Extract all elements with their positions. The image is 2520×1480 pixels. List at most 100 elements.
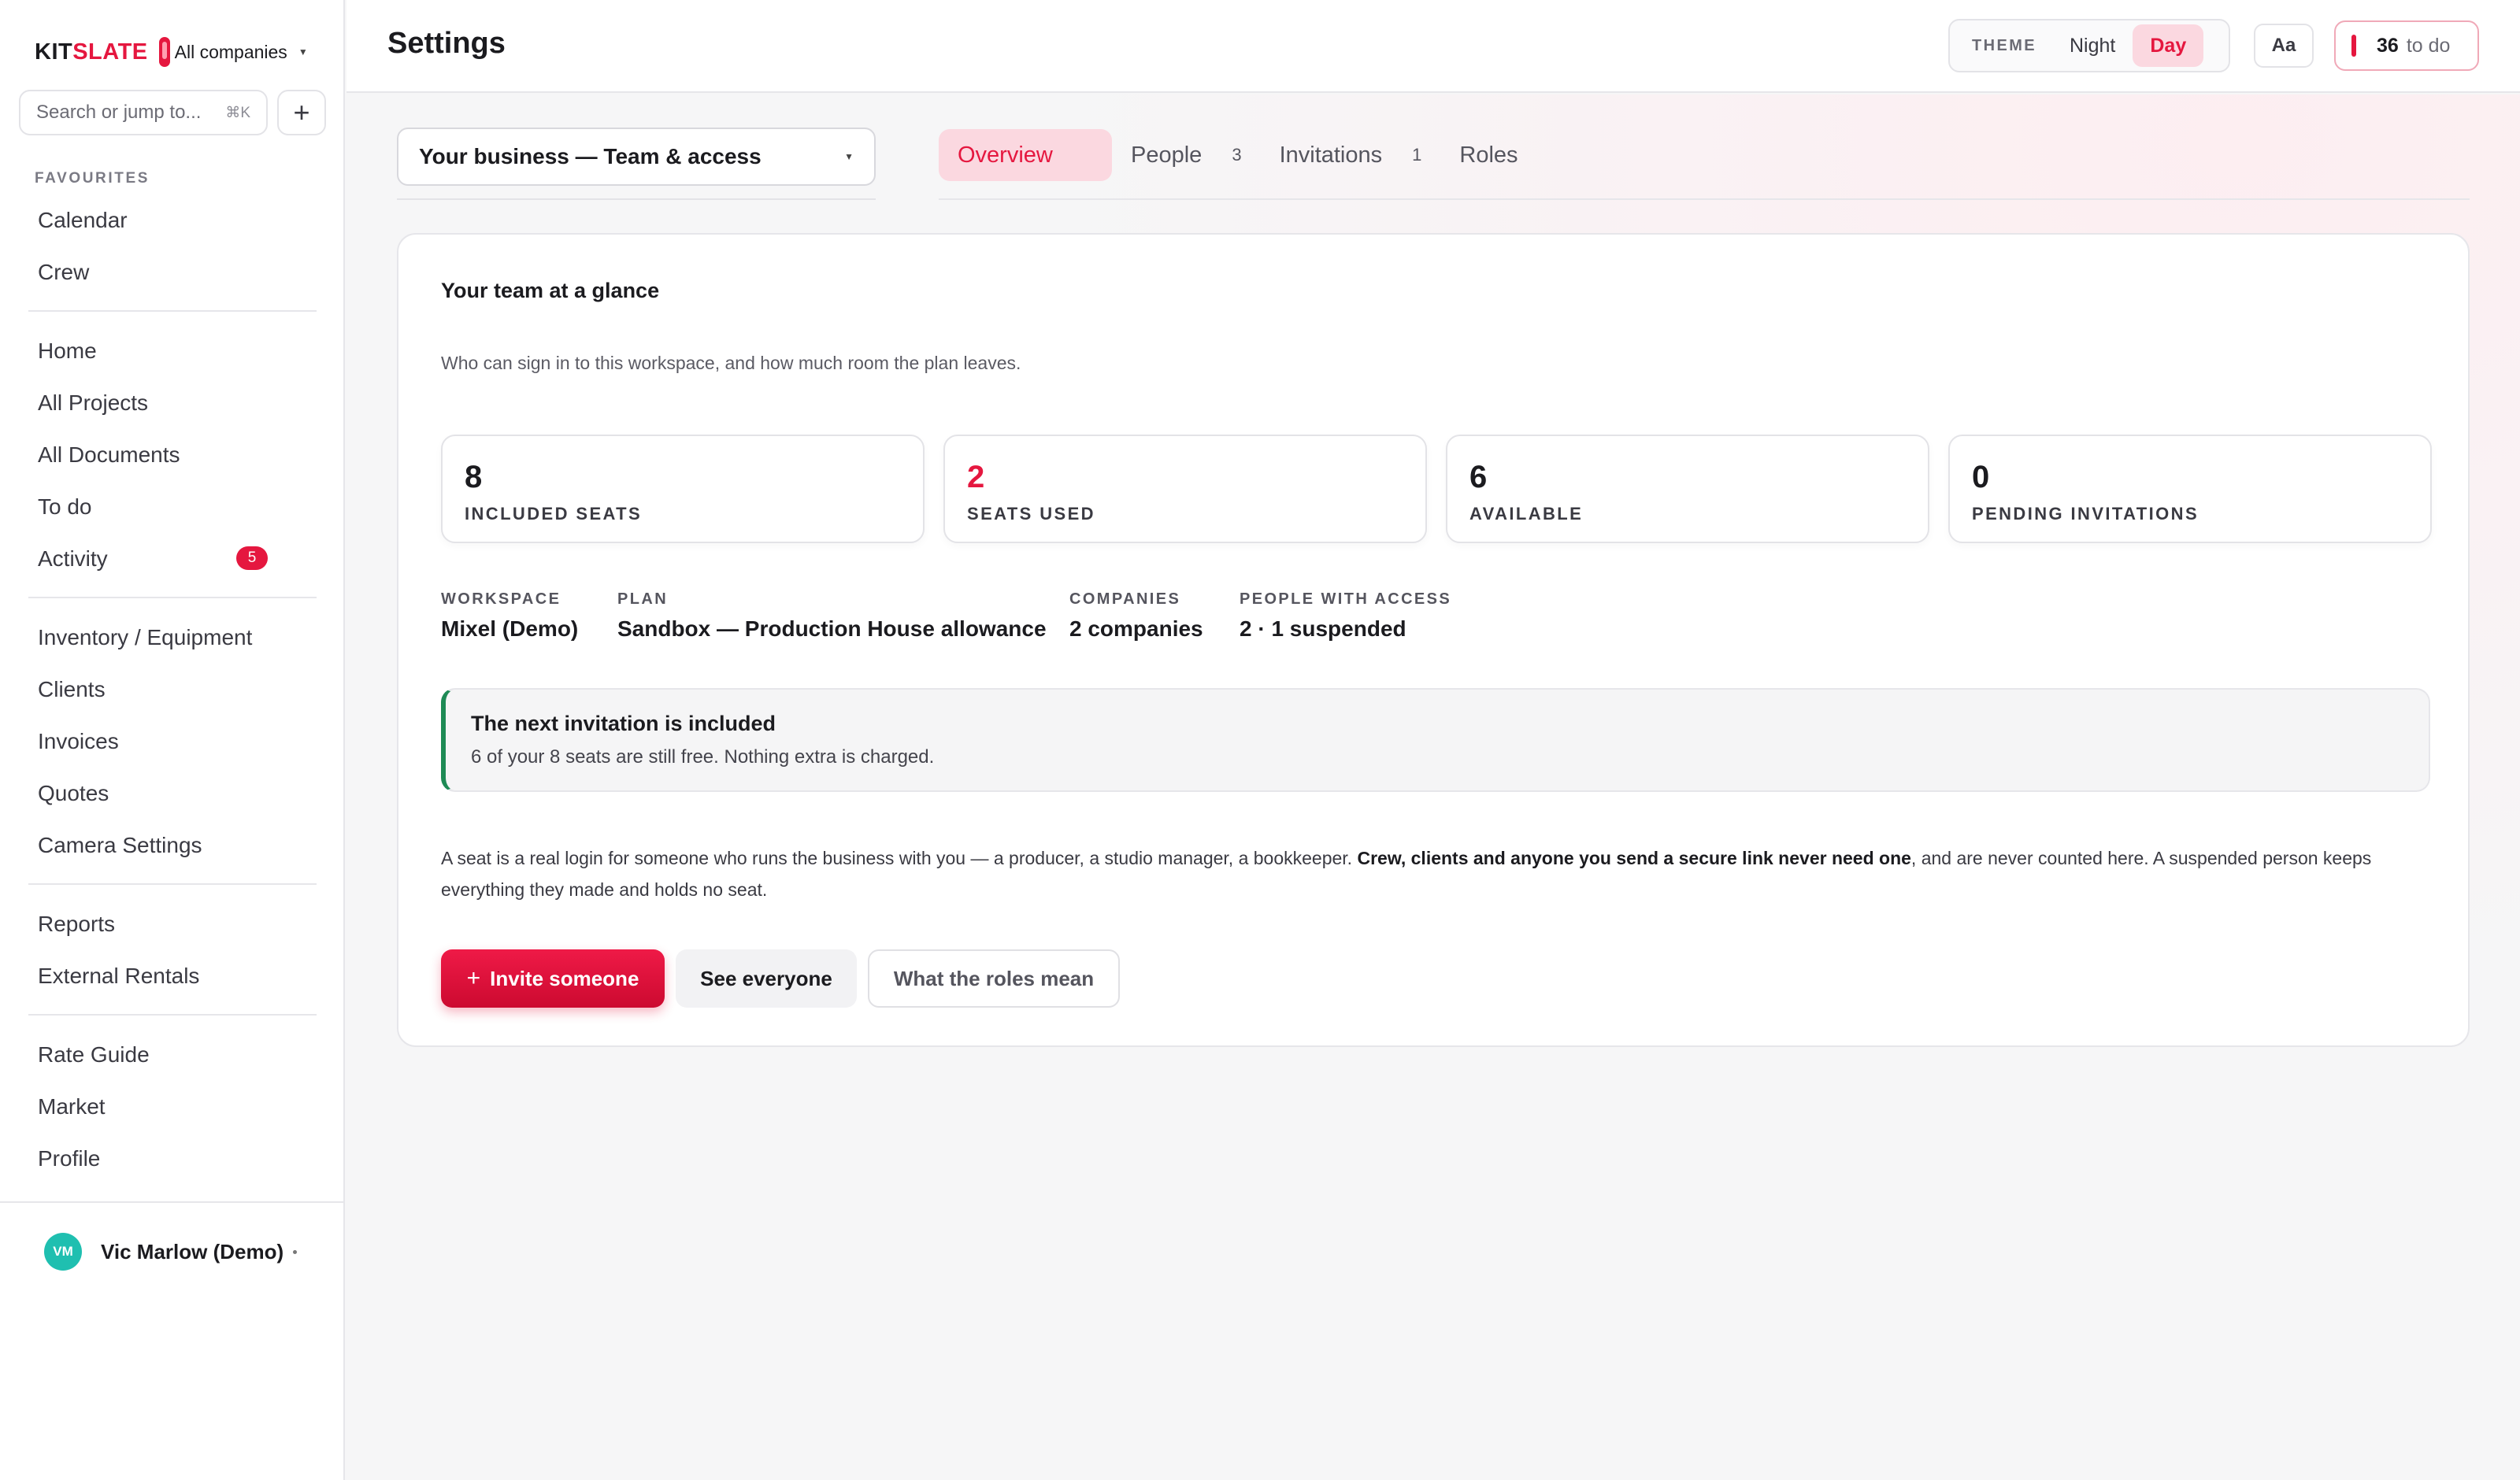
divider [28,1014,317,1016]
stat-included-seats: 8 INCLUDED SEATS [441,435,925,543]
company-switcher-label: All companies [174,41,287,62]
user-menu-dot-icon[interactable] [293,1250,297,1254]
todo-label: to do [2406,34,2451,57]
sidebar-item-crew[interactable]: Crew [38,260,89,285]
stat-seats-used: 2 SEATS USED [943,435,1427,543]
todo-count: 36 [2377,34,2399,57]
stat-label: INCLUDED SEATS [465,504,643,524]
divider [28,883,317,885]
divider [397,198,876,200]
top-bar: Settings THEME Night Day Aa 36 to do [346,0,2520,93]
search-input[interactable]: Search or jump to... ⌘K [19,90,268,135]
settings-tabs: Overview People 3 Invitations 1 Roles [939,129,1537,181]
meta-people-with-access: PEOPLE WITH ACCESS 2 · 1 suspended [1240,590,1451,642]
stat-available: 6 AVAILABLE [1446,435,1929,543]
meta-value: Sandbox — Production House allowance [617,616,1047,641]
meta-value: 2 · 1 suspended [1240,616,1406,641]
meta-companies: COMPANIES 2 companies [1069,590,1203,642]
scope-select[interactable]: Your business — Team & access ▼ [397,128,876,186]
theme-label: THEME [1972,36,2036,54]
sidebar-item-market[interactable]: Market [38,1094,106,1119]
tab-count: 1 [1412,145,1422,165]
app-logo[interactable]: KITSLATE [35,39,148,65]
tab-invitations[interactable]: Invitations 1 [1261,129,1441,181]
sidebar-item-all-documents[interactable]: All Documents [38,442,180,468]
callout-text: 6 of your 8 seats are still free. Nothin… [471,746,935,768]
sidebar-item-camera-settings[interactable]: Camera Settings [38,833,202,858]
user-name: Vic Marlow (Demo) [101,1239,284,1264]
sidebar-item-activity[interactable]: Activity [38,546,108,572]
sidebar-item-profile[interactable]: Profile [38,1146,100,1171]
favourites-heading: FAVOURITES [35,170,150,187]
tab-label: People [1131,142,1203,168]
meta-workspace: WORKSPACE Mixel (Demo) [441,590,578,642]
stat-pending-invitations: 0 PENDING INVITATIONS [1948,435,2432,543]
shortcut-hint: ⌘K [225,104,250,121]
meta-label: PLAN [617,590,669,608]
sidebar-item-to-do[interactable]: To do [38,494,92,520]
plus-icon: + [293,96,310,128]
roles-explainer-button[interactable]: What the roles mean [868,949,1120,1008]
stat-label: AVAILABLE [1469,504,1584,524]
page-title: Settings [387,27,506,60]
todo-button[interactable]: 36 to do [2334,20,2479,71]
seat-availability-callout: The next invitation is included 6 of you… [441,688,2430,792]
chevron-down-icon: ▼ [844,151,854,162]
divider [28,597,317,598]
meta-label: COMPANIES [1069,590,1181,608]
sidebar-item-external-rentals[interactable]: External Rentals [38,964,199,989]
plus-icon: + [466,965,481,991]
button-label: Invite someone [490,966,639,990]
sidebar-item-home[interactable]: Home [38,339,97,364]
meta-label: PEOPLE WITH ACCESS [1240,590,1452,608]
scope-select-value: Your business — Team & access [419,144,762,168]
stat-value: 6 [1469,460,1488,494]
callout-title: The next invitation is included [471,712,776,735]
stat-label: PENDING INVITATIONS [1972,504,2199,524]
divider [0,1201,343,1203]
sidebar-item-all-projects[interactable]: All Projects [38,390,148,416]
theme-night-option[interactable]: Night [2052,24,2133,67]
tab-people[interactable]: People 3 [1112,129,1261,181]
sidebar-item-clients[interactable]: Clients [38,677,106,702]
brand-mark-icon [158,37,170,67]
divider [939,198,2470,200]
sidebar-item-invoices[interactable]: Invoices [38,729,119,754]
stat-label: SEATS USED [967,504,1095,524]
tab-label: Overview [958,142,1053,168]
meta-value: Mixel (Demo) [441,616,579,641]
sidebar-item-calendar[interactable]: Calendar [38,208,128,233]
stat-value: 0 [1972,460,1990,494]
team-overview-card: Your team at a glance Who can sign in to… [397,233,2470,1047]
theme-day-option[interactable]: Day [2133,24,2204,67]
sidebar-item-rate-guide[interactable]: Rate Guide [38,1042,150,1067]
sidebar-item-quotes[interactable]: Quotes [38,781,109,806]
sidebar: KITSLATE All companies ▼ Search or jump … [0,0,345,1480]
brand-row: KITSLATE All companies ▼ [35,35,308,69]
tab-label: Invitations [1279,142,1383,168]
add-button[interactable]: + [277,90,326,135]
meta-value: 2 companies [1069,616,1203,641]
chevron-down-icon: ▼ [298,46,308,57]
tab-roles[interactable]: Roles [1440,129,1536,181]
company-switcher[interactable]: All companies ▼ [175,42,308,63]
todo-indicator-icon [2351,35,2356,57]
meta-plan: PLAN Sandbox — Production House allowanc… [617,590,1047,642]
activity-count-badge: 5 [236,546,268,570]
tab-overview[interactable]: Overview [939,129,1112,181]
font-size-button[interactable]: Aa [2254,24,2314,68]
stat-value: 2 [967,460,985,494]
sidebar-item-reports[interactable]: Reports [38,912,115,937]
invite-someone-button[interactable]: + Invite someone [441,949,665,1008]
avatar: VM [44,1233,82,1271]
search-placeholder: Search or jump to... [36,102,202,123]
sidebar-item-inventory[interactable]: Inventory / Equipment [38,625,252,650]
user-menu[interactable]: VM Vic Marlow (Demo) [44,1233,284,1271]
seat-explanation: A seat is a real login for someone who r… [441,848,2372,900]
stat-value: 8 [465,460,483,494]
theme-toggle: THEME Night Day [1948,19,2230,72]
seat-explanation-emphasis: Crew, clients and anyone you send a secu… [1357,848,1911,868]
tab-label: Roles [1459,142,1518,168]
see-everyone-button[interactable]: See everyone [676,949,857,1008]
card-title: Your team at a glance [441,279,660,302]
